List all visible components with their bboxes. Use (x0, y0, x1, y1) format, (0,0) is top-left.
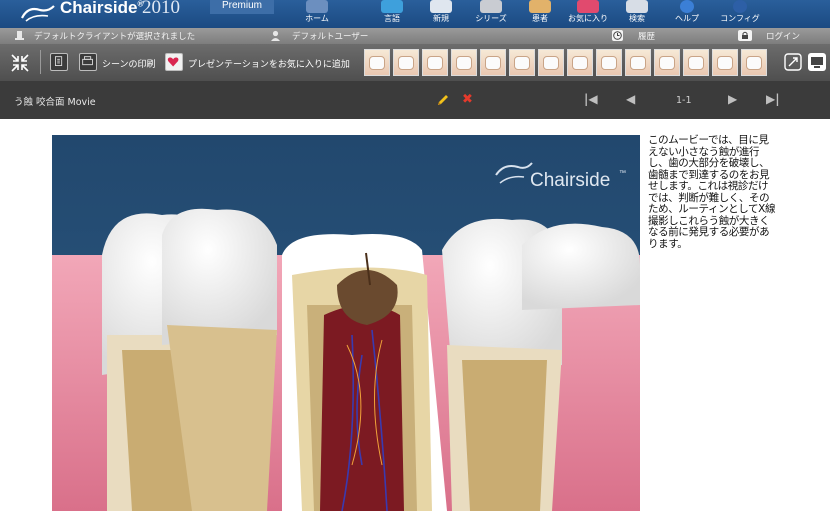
watermark-tm: ™ (619, 170, 626, 177)
print-scene-label[interactable]: シーンの印刷 (102, 57, 156, 70)
scene-thumbnail[interactable] (451, 49, 477, 76)
nav-language[interactable]: 言語 (367, 0, 417, 28)
watermark-text: Chairside (530, 170, 610, 191)
tooth-icon (630, 56, 646, 70)
document-icon (55, 56, 63, 66)
scene-thumbnail[interactable] (364, 49, 390, 76)
delete-icon[interactable]: ✖ (462, 92, 473, 107)
nav-label: 新規 (433, 14, 449, 23)
tooth-icon (427, 56, 443, 70)
tooth-icon (514, 56, 530, 70)
nav-label: お気に入り (568, 14, 608, 23)
home-icon (306, 0, 328, 13)
chairside-logo-icon (21, 5, 55, 22)
app-header: Chairside® 2010 Premium ホーム 言語 新規 シリーズ 患… (0, 0, 830, 28)
next-page-icon[interactable]: ▶ (728, 92, 737, 106)
info-bar: デフォルトクライアントが選択されました デフォルトユーザー 履歴 ログイン (0, 28, 830, 44)
movie-description: このムービーでは、目に見えない小さなう蝕が進行し、歯の大部分を破壊し、歯髄まで到… (648, 134, 776, 250)
last-page-icon[interactable]: ▶| (766, 92, 780, 106)
movie-player[interactable]: Chairside ™ (52, 135, 640, 511)
scene-thumbnail[interactable] (741, 49, 767, 76)
tooth-icon (398, 56, 414, 70)
scene-thumbnail[interactable] (509, 49, 535, 76)
movie-title: う蝕 咬合面 Movie (14, 97, 96, 108)
presentation-icon[interactable] (807, 52, 827, 72)
scene-thumbnail[interactable] (538, 49, 564, 76)
new-icon (430, 0, 452, 13)
nav-patient[interactable]: 患者 (515, 0, 565, 28)
tooth-icon (456, 56, 472, 70)
language-icon (381, 0, 403, 13)
tooth-icon (746, 56, 762, 70)
lock-icon[interactable] (738, 30, 752, 41)
scene-info-button[interactable] (50, 53, 68, 71)
login-link[interactable]: ログイン (766, 30, 800, 42)
nav-label: コンフィグ (720, 14, 760, 23)
nav-label: ホーム (305, 14, 329, 23)
scene-thumbnail[interactable] (712, 49, 738, 76)
scene-thumbnail[interactable] (422, 49, 448, 76)
add-favorite-button[interactable] (165, 53, 183, 71)
toolbar-divider (40, 50, 41, 74)
favorites-icon (577, 0, 599, 13)
tooth-icon (369, 56, 385, 70)
heart-icon (167, 57, 179, 67)
prev-page-icon[interactable]: ◀ (626, 92, 635, 106)
expand-icon[interactable] (784, 53, 802, 71)
logo: Chairside® 2010 (0, 0, 210, 28)
brand-year: 2010 (142, 0, 180, 18)
tooth-icon (543, 56, 559, 70)
tooth-decay-illustration: Chairside ™ (52, 135, 640, 511)
movie-title-bar: う蝕 咬合面 Movie ✖ |◀ ◀ 1-1 ▶ ▶| (0, 81, 830, 119)
nav-home[interactable]: ホーム (292, 0, 342, 28)
scene-thumbnail[interactable] (683, 49, 709, 76)
client-status-text: デフォルトクライアントが選択されました (34, 32, 196, 42)
nav-new[interactable]: 新規 (416, 0, 466, 28)
nav-series[interactable]: シリーズ (466, 0, 516, 28)
fullscreen-collapse-icon[interactable] (10, 53, 30, 73)
scene-toolbar: シーンの印刷 プレゼンテーションをお気に入りに追加 (0, 44, 830, 81)
history-link[interactable]: 履歴 (638, 30, 655, 42)
nav-config[interactable]: コンフィグ (715, 0, 765, 28)
edit-pencil-icon[interactable] (436, 93, 450, 107)
scene-thumbnail[interactable] (567, 49, 593, 76)
client-icon (15, 31, 24, 40)
tooth-icon (659, 56, 675, 70)
nav-search[interactable]: 検索 (612, 0, 662, 28)
edition-badge: Premium (210, 0, 274, 14)
tooth-icon (572, 56, 588, 70)
printer-icon (82, 56, 93, 66)
tooth-icon (688, 56, 704, 70)
scene-thumbnail[interactable] (480, 49, 506, 76)
nav-favorites[interactable]: お気に入り (563, 0, 613, 28)
patient-icon (529, 0, 551, 13)
nav-help[interactable]: ヘルプ (662, 0, 712, 28)
tooth-icon (601, 56, 617, 70)
nav-label: ヘルプ (675, 14, 699, 23)
config-icon (733, 0, 747, 13)
scene-thumbnail[interactable] (625, 49, 651, 76)
page-counter: 1-1 (676, 95, 692, 106)
tooth-icon (717, 56, 733, 70)
brand-name: Chairside® (60, 0, 144, 17)
add-favorite-label[interactable]: プレゼンテーションをお気に入りに追加 (188, 57, 350, 70)
main-content: Chairside ™ このムービーでは、目に見えない小さなう蝕が進行し、歯の大… (0, 119, 830, 511)
tooth-icon (485, 56, 501, 70)
scene-thumbnail[interactable] (596, 49, 622, 76)
user-name-text: デフォルトユーザー (292, 32, 369, 42)
nav-label: 患者 (532, 14, 548, 23)
nav-label: シリーズ (475, 14, 507, 23)
user-icon (271, 30, 280, 41)
print-scene-button[interactable] (79, 53, 97, 71)
series-icon (480, 0, 502, 13)
first-page-icon[interactable]: |◀ (584, 92, 598, 106)
search-icon (626, 0, 648, 13)
scene-thumbnail[interactable] (393, 49, 419, 76)
nav-label: 言語 (384, 14, 400, 23)
scene-thumbnail[interactable] (654, 49, 680, 76)
nav-label: 検索 (629, 14, 645, 23)
help-icon (680, 0, 694, 13)
history-clock-icon[interactable] (612, 30, 623, 41)
